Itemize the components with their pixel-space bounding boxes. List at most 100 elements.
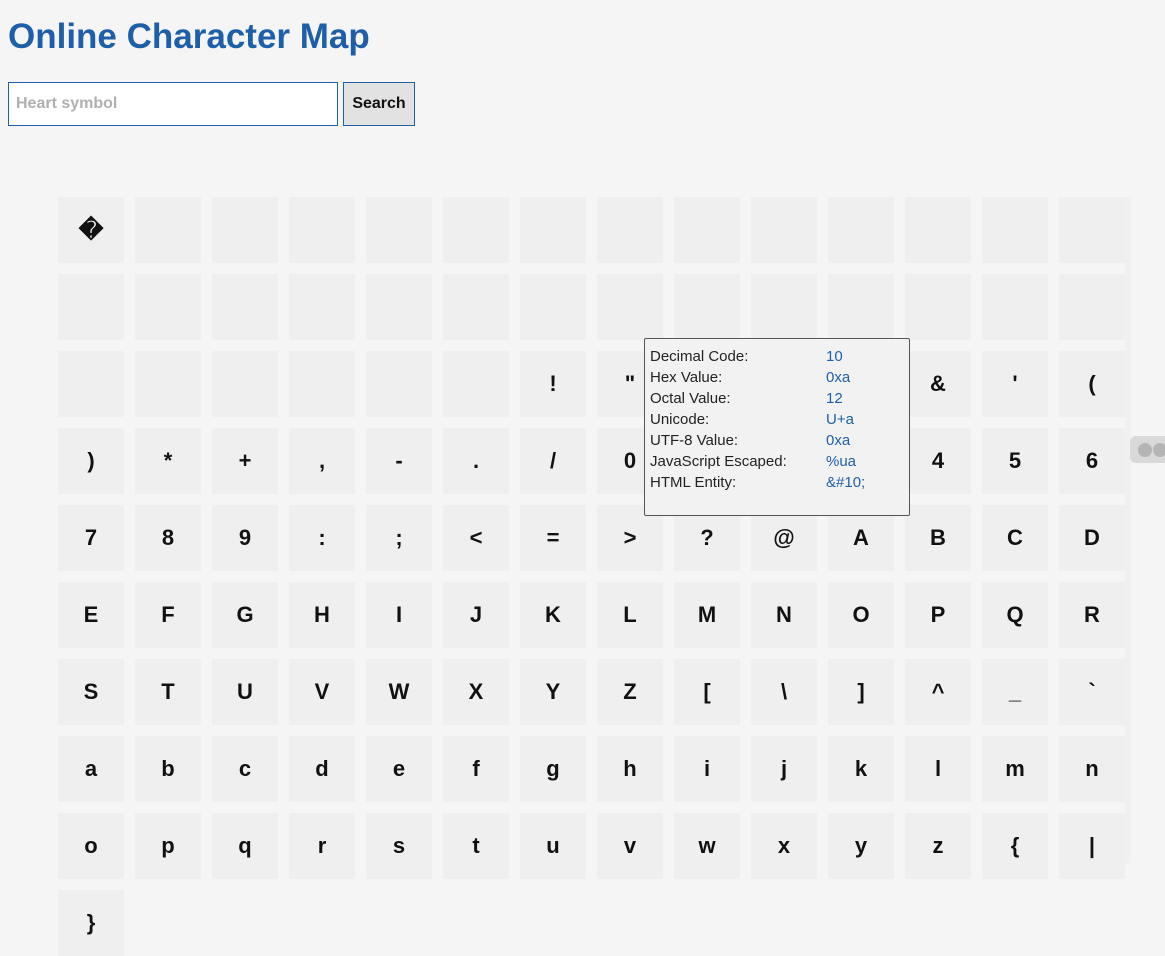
- character-cell[interactable]: &: [905, 351, 971, 417]
- character-cell[interactable]: [982, 197, 1048, 263]
- character-cell[interactable]: [828, 197, 894, 263]
- character-cell[interactable]: [905, 274, 971, 340]
- character-cell[interactable]: m: [982, 736, 1048, 802]
- character-cell[interactable]: [905, 197, 971, 263]
- character-cell[interactable]: [58, 274, 124, 340]
- search-input[interactable]: [8, 82, 338, 126]
- character-cell[interactable]: C: [982, 505, 1048, 571]
- character-cell[interactable]: /: [520, 428, 586, 494]
- character-cell[interactable]: =: [520, 505, 586, 571]
- character-cell[interactable]: [520, 197, 586, 263]
- character-cell[interactable]: [366, 351, 432, 417]
- character-cell[interactable]: ,: [289, 428, 355, 494]
- character-cell[interactable]: n: [1059, 736, 1125, 802]
- character-cell[interactable]: +: [212, 428, 278, 494]
- character-cell[interactable]: [58, 351, 124, 417]
- character-cell[interactable]: .: [443, 428, 509, 494]
- character-cell[interactable]: <: [443, 505, 509, 571]
- character-cell[interactable]: 8: [135, 505, 201, 571]
- character-cell[interactable]: |: [1059, 813, 1125, 879]
- character-cell[interactable]: \: [751, 659, 817, 725]
- character-cell[interactable]: [: [674, 659, 740, 725]
- character-cell[interactable]: Q: [982, 582, 1048, 648]
- character-cell[interactable]: [366, 274, 432, 340]
- character-cell[interactable]: [289, 197, 355, 263]
- character-cell[interactable]: [212, 274, 278, 340]
- character-cell[interactable]: 6: [1059, 428, 1125, 494]
- character-cell[interactable]: ): [58, 428, 124, 494]
- character-cell[interactable]: S: [58, 659, 124, 725]
- character-cell[interactable]: d: [289, 736, 355, 802]
- character-cell[interactable]: [212, 197, 278, 263]
- character-cell[interactable]: P: [905, 582, 971, 648]
- character-cell[interactable]: B: [905, 505, 971, 571]
- character-cell[interactable]: z: [905, 813, 971, 879]
- character-cell[interactable]: O: [828, 582, 894, 648]
- character-cell[interactable]: y: [828, 813, 894, 879]
- character-cell[interactable]: [443, 197, 509, 263]
- dots-handle-icon[interactable]: [1130, 436, 1165, 463]
- character-cell[interactable]: }: [58, 890, 124, 956]
- character-cell[interactable]: 5: [982, 428, 1048, 494]
- character-cell[interactable]: [135, 351, 201, 417]
- character-cell[interactable]: [674, 274, 740, 340]
- character-cell[interactable]: [982, 274, 1048, 340]
- character-cell[interactable]: i: [674, 736, 740, 802]
- character-cell[interactable]: E: [58, 582, 124, 648]
- character-cell[interactable]: 4: [905, 428, 971, 494]
- character-cell[interactable]: ': [982, 351, 1048, 417]
- character-cell[interactable]: [597, 274, 663, 340]
- character-cell[interactable]: M: [674, 582, 740, 648]
- character-cell[interactable]: [443, 351, 509, 417]
- character-cell[interactable]: X: [443, 659, 509, 725]
- character-cell[interactable]: v: [597, 813, 663, 879]
- character-cell[interactable]: [1059, 197, 1125, 263]
- character-cell[interactable]: !: [520, 351, 586, 417]
- character-cell[interactable]: L: [597, 582, 663, 648]
- character-cell[interactable]: t: [443, 813, 509, 879]
- character-cell[interactable]: [289, 274, 355, 340]
- character-cell[interactable]: [135, 274, 201, 340]
- character-cell[interactable]: x: [751, 813, 817, 879]
- character-cell[interactable]: 7: [58, 505, 124, 571]
- character-cell[interactable]: e: [366, 736, 432, 802]
- character-cell[interactable]: F: [135, 582, 201, 648]
- character-cell[interactable]: �: [58, 197, 124, 263]
- character-cell[interactable]: V: [289, 659, 355, 725]
- character-cell[interactable]: j: [751, 736, 817, 802]
- character-cell[interactable]: _: [982, 659, 1048, 725]
- character-cell[interactable]: [674, 197, 740, 263]
- character-cell[interactable]: q: [212, 813, 278, 879]
- character-cell[interactable]: K: [520, 582, 586, 648]
- character-cell[interactable]: [751, 197, 817, 263]
- character-cell[interactable]: l: [905, 736, 971, 802]
- character-cell[interactable]: {: [982, 813, 1048, 879]
- character-cell[interactable]: k: [828, 736, 894, 802]
- search-button[interactable]: Search: [343, 82, 415, 126]
- character-cell[interactable]: s: [366, 813, 432, 879]
- character-cell[interactable]: I: [366, 582, 432, 648]
- character-cell[interactable]: h: [597, 736, 663, 802]
- character-cell[interactable]: a: [58, 736, 124, 802]
- character-cell[interactable]: *: [135, 428, 201, 494]
- character-cell[interactable]: -: [366, 428, 432, 494]
- character-cell[interactable]: c: [212, 736, 278, 802]
- character-cell[interactable]: T: [135, 659, 201, 725]
- character-cell[interactable]: [828, 274, 894, 340]
- character-cell[interactable]: N: [751, 582, 817, 648]
- character-cell[interactable]: G: [212, 582, 278, 648]
- character-cell[interactable]: f: [443, 736, 509, 802]
- character-cell[interactable]: ]: [828, 659, 894, 725]
- character-cell[interactable]: u: [520, 813, 586, 879]
- character-cell[interactable]: [520, 274, 586, 340]
- character-cell[interactable]: D: [1059, 505, 1125, 571]
- character-cell[interactable]: H: [289, 582, 355, 648]
- character-cell[interactable]: [597, 197, 663, 263]
- character-cell[interactable]: [135, 197, 201, 263]
- character-cell[interactable]: r: [289, 813, 355, 879]
- character-cell[interactable]: U: [212, 659, 278, 725]
- character-cell[interactable]: w: [674, 813, 740, 879]
- character-cell[interactable]: :: [289, 505, 355, 571]
- character-cell[interactable]: (: [1059, 351, 1125, 417]
- character-cell[interactable]: g: [520, 736, 586, 802]
